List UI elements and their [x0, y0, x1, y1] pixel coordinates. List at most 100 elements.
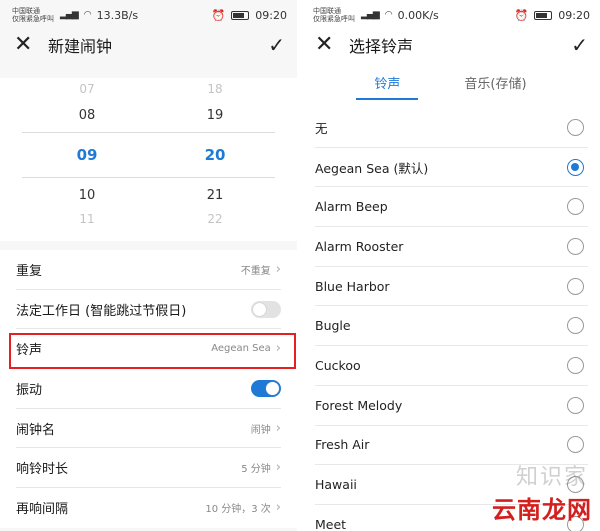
- chevron-right-icon: ›: [275, 500, 281, 516]
- tab-ringtone[interactable]: 铃声: [356, 73, 419, 100]
- ringtone-item[interactable]: Alarm Rooster: [315, 227, 588, 267]
- close-icon[interactable]: ✕: [14, 34, 40, 56]
- repeat-value: 不重复: [240, 265, 271, 277]
- hour-option[interactable]: 07: [57, 82, 117, 96]
- radio-button[interactable]: [567, 198, 584, 216]
- alarm-name-label: 闹钟名: [16, 422, 56, 438]
- repeat-label: 重复: [16, 263, 43, 279]
- carrier-info: 中国联通 仅限紧急呼叫: [12, 7, 54, 23]
- ring-duration-row[interactable]: 响铃时长 5 分钟 ›: [16, 448, 281, 489]
- alarm-name-row[interactable]: 闹钟名 闹钟 ›: [16, 409, 281, 449]
- alarm-name-value-wrap: 闹钟 ›: [251, 421, 281, 436]
- radio-button[interactable]: [567, 317, 584, 335]
- network-speed: 0.00K/s: [397, 8, 439, 22]
- vibrate-row: 振动: [16, 369, 281, 409]
- snooze-value: 10 分钟，3 次: [205, 504, 271, 516]
- repeat-value-wrap: 不重复 ›: [241, 262, 281, 277]
- screenshot-pair: 中国联通 仅限紧急呼叫 ▂▄▆ ◠ 13.3B/s ⏰ 09:20 ✕ 新建闹钟…: [0, 0, 600, 531]
- network-speed: 13.3B/s: [96, 8, 139, 22]
- status-left: 中国联通 仅限紧急呼叫 ▂▄▆ ◠ 0.00K/s: [313, 7, 439, 23]
- ringtone-name: Blue Harbor: [315, 278, 390, 294]
- status-bar: 中国联通 仅限紧急呼叫 ▂▄▆ ◠ 0.00K/s ⏰ 09:20: [301, 0, 600, 30]
- hour-option[interactable]: 08: [57, 108, 117, 123]
- ringtone-item[interactable]: Alarm Beep: [315, 187, 588, 228]
- minute-option[interactable]: 19: [185, 108, 245, 123]
- chevron-right-icon: ›: [275, 341, 281, 357]
- ringtone-item[interactable]: 无: [315, 108, 588, 148]
- carrier-info: 中国联通 仅限紧急呼叫: [313, 7, 355, 23]
- wifi-icon: ◠: [83, 10, 92, 20]
- signal-icon: ▂▄▆: [361, 10, 380, 20]
- time-picker[interactable]: 07 08 09 10 11 18 19 20 21 22: [0, 78, 297, 241]
- tab-music-storage[interactable]: 音乐(存储): [452, 73, 538, 100]
- minute-option[interactable]: 21: [185, 188, 245, 203]
- ringtone-name: Meet: [315, 516, 347, 531]
- alarm-settings-list: 重复 不重复 › 法定工作日 (智能跳过节假日) 铃声 Aegean Sea › 振…: [0, 250, 297, 528]
- alarm-name-value: 闹钟: [250, 424, 271, 436]
- radio-button[interactable]: [567, 118, 584, 136]
- ringtone-item[interactable]: Forest Melody: [315, 386, 588, 426]
- status-right: ⏰ 09:20: [212, 9, 287, 22]
- ringtone-name: Cuckoo: [315, 357, 361, 373]
- ringtone-name: 无: [315, 120, 328, 136]
- radio-button-selected[interactable]: [567, 158, 584, 176]
- ringtone-tabs: 铃声 音乐(存储): [301, 60, 600, 104]
- ringtone-row[interactable]: 铃声 Aegean Sea ›: [16, 329, 281, 370]
- toggle-knob: [266, 381, 279, 395]
- confirm-check-icon[interactable]: ✓: [268, 33, 285, 57]
- minute-selected[interactable]: 20: [185, 146, 245, 164]
- snooze-label: 再响间隔: [16, 502, 69, 518]
- ringtone-name: Alarm Beep: [315, 199, 388, 215]
- ringtone-value-wrap: Aegean Sea ›: [211, 341, 281, 356]
- radio-button[interactable]: [567, 237, 584, 255]
- status-right: ⏰ 09:20: [515, 9, 590, 22]
- ringtone-item[interactable]: Cuckoo: [315, 346, 588, 386]
- workday-label: 法定工作日 (智能跳过节假日): [16, 303, 187, 319]
- ring-duration-value-wrap: 5 分钟 ›: [241, 460, 281, 475]
- vibrate-toggle[interactable]: [251, 379, 281, 397]
- app-bar: ✕ 新建闹钟 ✓: [0, 30, 297, 60]
- ringtone-label: 铃声: [16, 343, 43, 359]
- wifi-icon: ◠: [384, 10, 393, 20]
- radio-button[interactable]: [567, 277, 584, 295]
- hour-selected[interactable]: 09: [57, 146, 117, 164]
- battery-icon: [231, 10, 250, 20]
- alarm-clock-icon: ⏰: [514, 8, 529, 22]
- ringtone-item[interactable]: Blue Harbor: [315, 267, 588, 307]
- picker-divider-top: [22, 132, 275, 133]
- select-ringtone-screen: 中国联通 仅限紧急呼叫 ▂▄▆ ◠ 0.00K/s ⏰ 09:20 ✕ 选择铃声…: [301, 0, 600, 531]
- minute-option[interactable]: 18: [185, 82, 245, 96]
- status-time: 09:20: [558, 8, 590, 22]
- alarm-clock-icon: ⏰: [211, 8, 226, 22]
- workday-row: 法定工作日 (智能跳过节假日): [16, 290, 281, 330]
- ringtone-name: Hawaii: [315, 477, 357, 493]
- radio-button[interactable]: [567, 436, 584, 454]
- chevron-right-icon: ›: [275, 420, 281, 436]
- workday-toggle[interactable]: [251, 300, 281, 318]
- ringtone-name: Fresh Air: [315, 437, 370, 453]
- repeat-row[interactable]: 重复 不重复 ›: [16, 250, 281, 290]
- snooze-row[interactable]: 再响间隔 10 分钟，3 次 ›: [16, 488, 281, 528]
- ringtone-item[interactable]: Aegean Sea (默认): [315, 148, 588, 188]
- confirm-check-icon[interactable]: ✓: [571, 33, 588, 57]
- status-time: 09:20: [255, 8, 287, 22]
- ringtone-name: Forest Melody: [315, 397, 403, 413]
- page-title: 选择铃声: [349, 37, 414, 56]
- status-left: 中国联通 仅限紧急呼叫 ▂▄▆ ◠ 13.3B/s: [12, 7, 138, 23]
- chevron-right-icon: ›: [275, 261, 281, 277]
- radio-button[interactable]: [567, 356, 584, 374]
- chevron-right-icon: ›: [275, 460, 281, 476]
- ringtone-name: Aegean Sea (默认): [315, 160, 429, 176]
- toggle-knob: [253, 302, 266, 316]
- ringtone-value: Aegean Sea: [211, 343, 271, 355]
- signal-icon: ▂▄▆: [60, 10, 79, 20]
- radio-button[interactable]: [567, 396, 584, 414]
- app-bar: ✕ 选择铃声 ✓: [301, 30, 600, 60]
- ringtone-item[interactable]: Bugle: [315, 306, 588, 347]
- minute-option[interactable]: 22: [185, 212, 245, 226]
- hour-option[interactable]: 10: [57, 188, 117, 203]
- hour-option[interactable]: 11: [57, 212, 117, 226]
- ringtone-name: Alarm Rooster: [315, 238, 404, 254]
- close-icon[interactable]: ✕: [315, 34, 341, 56]
- page-title: 新建闹钟: [48, 37, 113, 56]
